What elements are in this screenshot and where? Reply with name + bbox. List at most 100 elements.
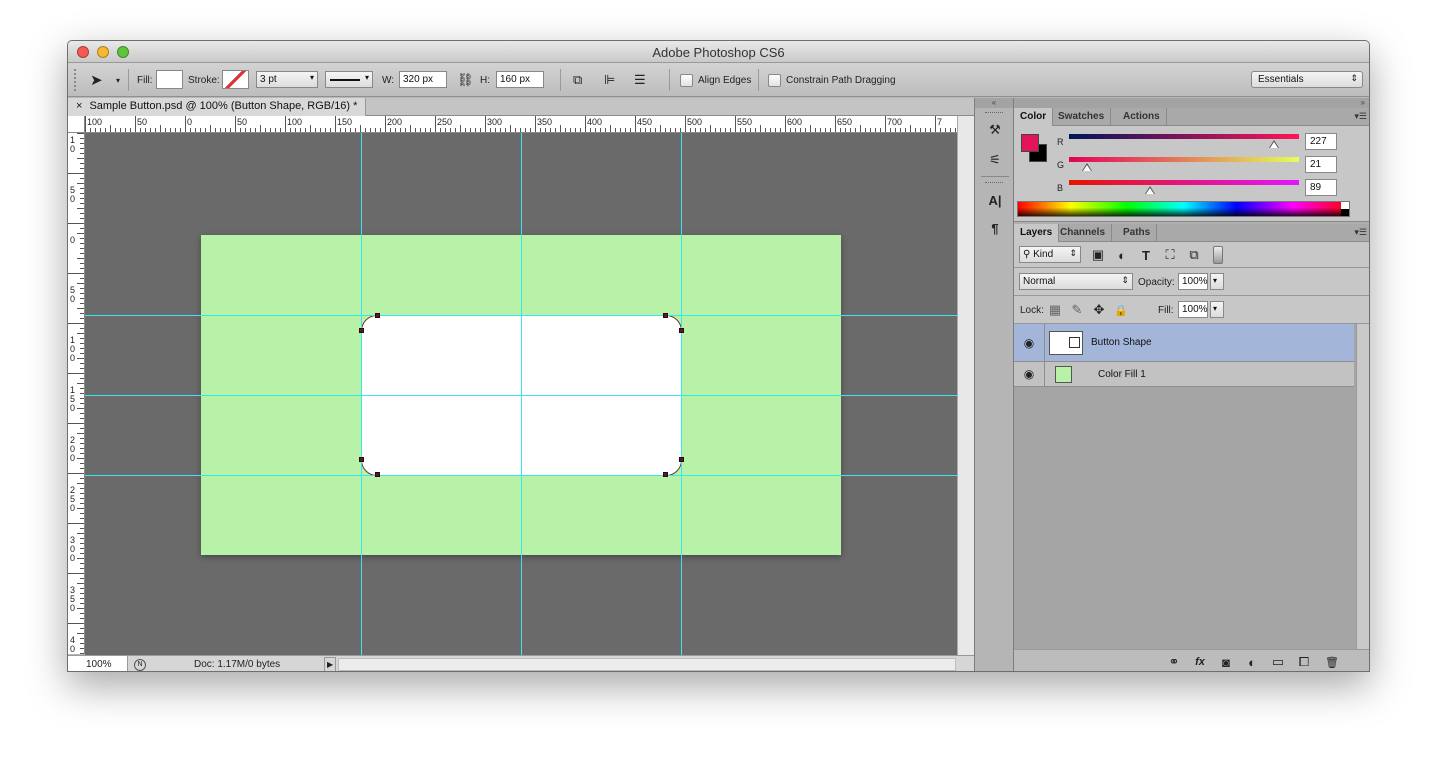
lock-position-icon[interactable]: ✥ [1092, 302, 1106, 317]
align-edges-label: Align Edges [698, 74, 752, 86]
anchor-point[interactable] [375, 472, 380, 477]
path-alignment-icon[interactable]: ⊫ [604, 71, 615, 89]
character-panel-icon[interactable]: A| [985, 190, 1005, 210]
tab-actions[interactable]: Actions [1117, 108, 1167, 126]
options-grip[interactable] [74, 69, 77, 91]
r-slider-thumb[interactable] [1268, 140, 1279, 148]
g-slider[interactable] [1069, 157, 1299, 162]
paragraph-panel-icon[interactable]: ¶ [985, 218, 1005, 238]
ruler-label: 450 [637, 117, 652, 127]
constrain-path-check-icon[interactable] [768, 73, 781, 87]
visibility-eye-icon[interactable]: ◉ [1014, 367, 1044, 381]
link-layers-icon[interactable]: ⚭ [1166, 654, 1182, 670]
add-mask-icon[interactable]: ◙ [1218, 654, 1234, 670]
tab-swatches[interactable]: Swatches [1052, 108, 1112, 126]
lock-image-icon[interactable]: ✎ [1070, 302, 1084, 317]
brush-presets-icon[interactable]: ⚒ [985, 120, 1005, 140]
guide-horizontal[interactable] [85, 315, 957, 316]
guide-vertical[interactable] [681, 133, 682, 655]
lock-all-icon[interactable]: 🔒 [1114, 303, 1128, 317]
fill-field[interactable]: 100% [1178, 301, 1208, 318]
proof-icon[interactable]: N [134, 659, 146, 671]
path-selection-tool-icon[interactable]: ➤ [90, 71, 103, 89]
ruler-label: 600 [787, 117, 802, 127]
stroke-width-field[interactable]: 3 pt ▾ [256, 71, 318, 88]
fill-dropdown-icon[interactable]: ▾ [1210, 301, 1224, 318]
fill-layer-thumbnail [1055, 365, 1072, 383]
horizontal-ruler[interactable]: 100 50 0 50 100 150 200 250 300 350 400 450 500 550 60… [85, 116, 957, 133]
g-slider-thumb[interactable] [1082, 163, 1093, 171]
panel-menu-icon[interactable]: ▾☰ [1354, 111, 1367, 122]
delete-layer-trash-icon[interactable]: 🗑 [1324, 654, 1340, 670]
path-operations-icon[interactable]: ⧉ [573, 71, 582, 89]
adjustment-layer-filter-icon[interactable]: ◐ [1114, 247, 1130, 263]
type-layer-filter-icon[interactable]: T [1138, 247, 1154, 263]
smart-object-filter-icon[interactable]: ⧉ [1186, 247, 1202, 263]
layer-row-button-shape[interactable]: ◉ Button Shape [1014, 323, 1354, 362]
close-tab-icon[interactable]: × [76, 100, 82, 112]
constrain-path-checkbox[interactable]: Constrain Path Dragging [768, 71, 896, 89]
anchor-point[interactable] [663, 472, 668, 477]
layers-scrollbar[interactable] [1356, 324, 1369, 649]
fx-icon[interactable]: fx [1192, 654, 1208, 670]
vertical-scrollbar[interactable] [957, 116, 974, 655]
layer-row-color-fill[interactable]: ◉ Color Fill 1 [1014, 361, 1354, 387]
width-field[interactable]: 320 px [399, 71, 447, 88]
b-slider[interactable] [1069, 180, 1299, 185]
color-spectrum-ramp[interactable] [1017, 201, 1350, 217]
g-value-field[interactable]: 21 [1305, 156, 1337, 173]
anchor-point[interactable] [663, 313, 668, 318]
tool-preset-chevron-icon[interactable]: ▾ [116, 71, 120, 89]
guide-vertical[interactable] [521, 133, 522, 655]
kind-filter-dropdown[interactable]: ⚲ Kind ⇕ [1019, 246, 1081, 263]
anchor-point[interactable] [359, 328, 364, 333]
brush-settings-icon[interactable]: ⚟ [985, 150, 1005, 170]
new-layer-icon[interactable]: ⧠ [1296, 654, 1312, 670]
foreground-color-swatch[interactable] [1021, 134, 1039, 152]
vertical-ruler[interactable]: 105005010015020025030035040 [68, 133, 85, 654]
zoom-level-field[interactable]: 100% [68, 656, 128, 671]
r-value-field[interactable]: 227 [1305, 133, 1337, 150]
stroke-swatch[interactable] [222, 70, 249, 89]
tab-color[interactable]: Color [1014, 108, 1054, 126]
document-tab[interactable]: × Sample Button.psd @ 100% (Button Shape,… [68, 98, 367, 116]
b-slider-thumb[interactable] [1144, 186, 1155, 194]
stroke-type-dropdown[interactable]: ▾ [325, 71, 373, 88]
layers-panel-menu-icon[interactable]: ▾☰ [1354, 227, 1367, 238]
r-slider[interactable] [1069, 134, 1299, 139]
path-arrangement-icon[interactable]: ☰ [634, 71, 646, 89]
shape-layer-filter-icon[interactable]: ⛶ [1162, 247, 1178, 263]
anchor-point[interactable] [679, 328, 684, 333]
align-edges-checkbox[interactable]: Align Edges [680, 71, 751, 89]
anchor-point[interactable] [359, 457, 364, 462]
blend-row: Normal ⇕ Opacity: 100% ▾ [1014, 268, 1369, 296]
tab-channels[interactable]: Channels [1054, 224, 1113, 242]
guide-vertical[interactable] [361, 133, 362, 655]
new-group-folder-icon[interactable]: ▭ [1270, 654, 1286, 670]
tab-layers[interactable]: Layers [1014, 224, 1060, 242]
fill-swatch[interactable] [156, 70, 183, 89]
lock-transparent-icon[interactable]: ▦ [1048, 302, 1062, 317]
new-adjustment-icon[interactable]: ◐ [1244, 654, 1260, 670]
opacity-dropdown-icon[interactable]: ▾ [1210, 273, 1224, 290]
guide-horizontal[interactable] [85, 395, 957, 396]
guide-horizontal[interactable] [85, 475, 957, 476]
filter-toggle-switch[interactable] [1213, 246, 1223, 264]
anchor-point[interactable] [679, 457, 684, 462]
pixel-layer-filter-icon[interactable]: ▣ [1090, 247, 1106, 263]
height-field[interactable]: 160 px [496, 71, 544, 88]
link-icon[interactable]: ⛓ [457, 71, 474, 89]
canvas-area[interactable] [85, 133, 957, 655]
workspace-dropdown[interactable]: Essentials ⇕ [1251, 71, 1363, 88]
ruler-label: 0 [70, 194, 75, 204]
horizontal-scrollbar[interactable] [338, 658, 956, 671]
status-menu-arrow-icon[interactable]: ▶ [324, 657, 336, 671]
b-value-field[interactable]: 89 [1305, 179, 1337, 196]
visibility-eye-icon[interactable]: ◉ [1014, 336, 1044, 350]
ruler-origin[interactable] [68, 116, 85, 133]
blend-mode-dropdown[interactable]: Normal ⇕ [1019, 273, 1133, 290]
opacity-field[interactable]: 100% [1178, 273, 1208, 290]
anchor-point[interactable] [375, 313, 380, 318]
align-edges-check-icon[interactable] [680, 73, 693, 87]
tab-paths[interactable]: Paths [1117, 224, 1158, 242]
